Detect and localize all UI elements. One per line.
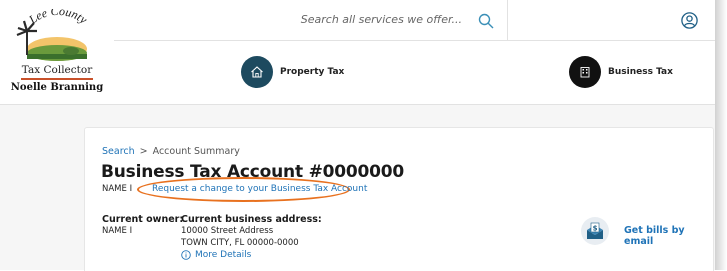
breadcrumb-separator: > [139, 146, 148, 157]
owner-label: Current owner: [102, 214, 184, 225]
breadcrumb: Search > Account Summary [102, 146, 240, 157]
service-nav: Property Tax Business Tax [114, 41, 715, 105]
building-icon [569, 56, 601, 88]
official-name: Noelle Branning [10, 82, 104, 93]
search-box[interactable]: Search all services we offer... [114, 0, 508, 40]
address-label: Current business address: [181, 214, 322, 225]
info-icon [181, 250, 191, 260]
nav-property-tax[interactable]: Property Tax [241, 55, 344, 89]
get-bills-by-email-link[interactable]: Get bills by email [624, 225, 713, 247]
page-edge-shadow [715, 0, 727, 270]
address-line-1: 10000 Street Address [181, 226, 274, 236]
email-bill-icon[interactable]: $ [581, 217, 609, 245]
top-bar: Search all services we offer... [114, 0, 715, 41]
nav-property-tax-label: Property Tax [280, 67, 345, 77]
search-icon[interactable] [478, 13, 494, 29]
breadcrumb-search-link[interactable]: Search [102, 146, 135, 157]
nav-business-tax-label: Business Tax [608, 67, 673, 77]
owner-value: NAME I [102, 226, 133, 236]
nav-business-tax[interactable]: Business Tax [569, 55, 673, 89]
account-summary-card: Search > Account Summary Business Tax Acco… [84, 127, 714, 271]
house-icon [241, 56, 273, 88]
office-name: Tax Collector [21, 64, 93, 76]
search-input[interactable]: Search all services we offer... [301, 13, 462, 26]
lee-county-logo: Lee County [16, 9, 97, 62]
address-line-2: TOWN CITY, FL 00000-0000 [181, 238, 299, 248]
more-details-link[interactable]: More Details [181, 250, 251, 260]
breadcrumb-current: Account Summary [152, 146, 240, 157]
user-circle-icon[interactable] [681, 12, 698, 29]
request-change-link[interactable]: Request a change to your Business Tax Ac… [152, 184, 367, 194]
more-details-label: More Details [195, 250, 252, 260]
logo-underline [21, 78, 93, 80]
account-name: NAME I [102, 184, 133, 194]
logo-panel[interactable]: Lee County Tax Collector Noelle Branning [0, 0, 115, 105]
svg-text:$: $ [593, 225, 598, 233]
